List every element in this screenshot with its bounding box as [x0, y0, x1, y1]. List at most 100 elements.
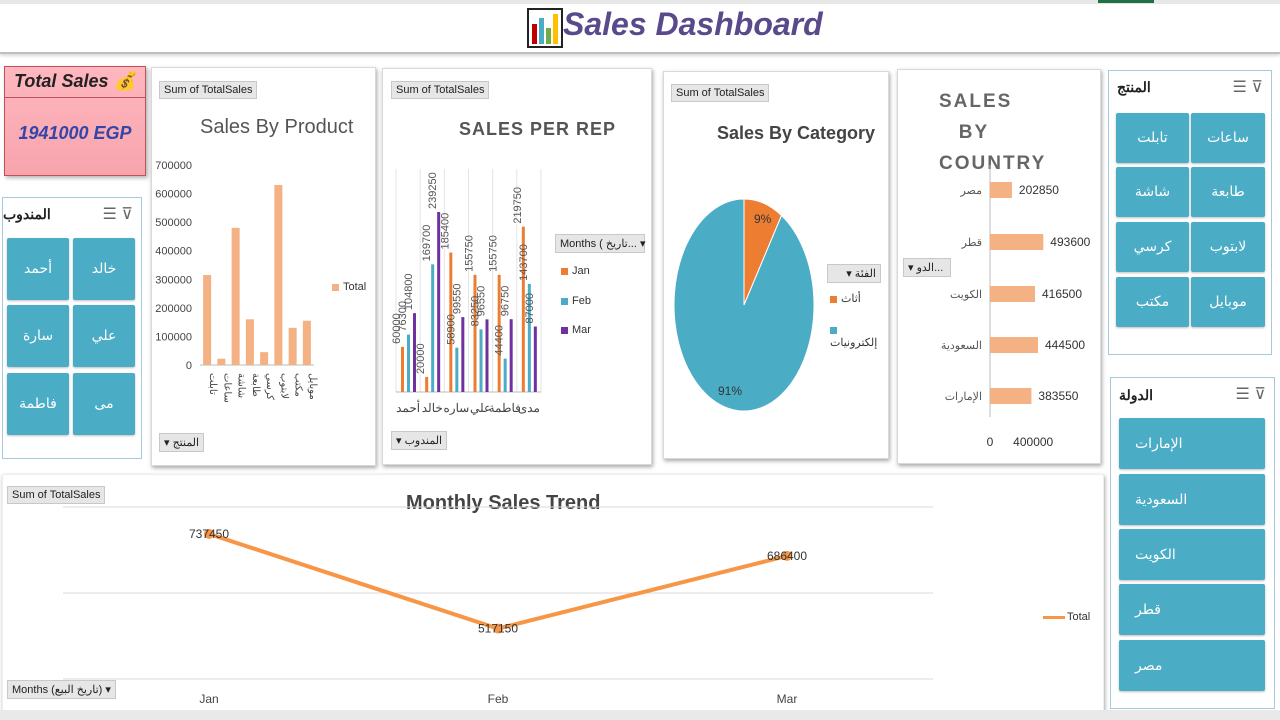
data-label: 20000: [415, 343, 427, 374]
sales-by-product-chart[interactable]: Sum of TotalSales Sales By Product 0 1000…: [151, 67, 376, 466]
data-label: 444500: [1045, 338, 1085, 352]
x-tick-label: 0: [987, 435, 994, 449]
x-tick-label: مدى: [518, 401, 540, 415]
product-slicer-item[interactable]: طابعة: [1191, 167, 1265, 217]
slicer-toolbar: ☰ ⊽: [102, 204, 133, 224]
rep-bar: [425, 376, 429, 392]
trend-legend: Total: [1043, 611, 1090, 623]
legend-swatch: [830, 326, 837, 334]
x-tick-label: طابعة: [250, 373, 261, 397]
data-label: 9%: [754, 212, 772, 226]
multi-select-icon[interactable]: ☰: [1232, 79, 1246, 96]
product-slicer-item[interactable]: لابتوب: [1191, 222, 1265, 272]
data-label: 155750: [464, 235, 476, 272]
legend-item-electronics: إلكترونيات: [830, 324, 888, 349]
sales-by-country-chart[interactable]: SALES BY COUNTRY 202850 مصر 493600 قطر 41650…: [897, 69, 1101, 464]
data-label: 686400: [767, 549, 807, 563]
y-tick-label: 600000: [155, 189, 192, 201]
rep-slicer[interactable]: المندوب ☰ ⊽ خالد أحمد علي سارة مى فاطمة: [2, 197, 142, 459]
rep-slicer-item[interactable]: فاطمة: [7, 373, 69, 435]
clear-filter-icon[interactable]: ⊽: [121, 206, 133, 223]
country-slicer[interactable]: الدولة ☰ ⊽ الإمارات السعودية الكويت قطر …: [1110, 377, 1275, 709]
monthly-sales-trend-chart[interactable]: Sum of TotalSales Monthly Sales Trend 73…: [2, 474, 1104, 712]
product-slicer-item[interactable]: موبايل: [1191, 277, 1265, 327]
product-slicer-item[interactable]: تابلت: [1116, 113, 1189, 163]
multi-select-icon[interactable]: ☰: [102, 206, 116, 223]
sheet-tab-strip: [0, 710, 1280, 720]
y-tick-label: مصر: [959, 185, 982, 197]
sales-by-category-chart[interactable]: Sum of TotalSales Sales By Category 9% 91…: [663, 71, 889, 459]
clear-filter-icon[interactable]: ⊽: [1254, 386, 1266, 403]
country-slicer-item[interactable]: قطر: [1119, 584, 1265, 635]
legend-swatch: [830, 295, 837, 303]
clear-filter-icon[interactable]: ⊽: [1251, 79, 1263, 96]
rep-slicer-item[interactable]: علي: [73, 305, 135, 367]
rep-bar: [509, 319, 513, 392]
legend-item-mar: Mar: [561, 324, 591, 336]
data-label: 416500: [1042, 287, 1082, 301]
sales-per-rep-chart[interactable]: Sum of TotalSales SALES PER REP 60000 763…: [382, 68, 652, 465]
data-label: 202850: [1019, 183, 1059, 197]
legend-label: إلكترونيات: [830, 337, 878, 349]
months-axis-button[interactable]: Months (تاريخ البيع) ▾: [7, 680, 116, 699]
data-label: 517150: [478, 622, 518, 636]
dashboard-title: Sales Dashboard: [563, 6, 823, 42]
y-tick-label: الإمارات: [945, 391, 982, 403]
x-tick-label: موبايل: [307, 373, 318, 400]
product-filter-button[interactable]: ▾ المنتج: [159, 433, 205, 452]
product-bar: [245, 319, 254, 365]
months-legend-button[interactable]: Months ( تاريخ... ▾: [555, 234, 646, 253]
legend-label: أثاث: [841, 293, 861, 305]
kpi-divider: [5, 97, 145, 98]
product-bar-plot: 0 100000 200000 300000 400000 500000 600000 700…: [155, 160, 318, 403]
category-legend-button[interactable]: الفئة ▾: [827, 264, 881, 283]
data-label: 96550: [476, 286, 488, 317]
legend-label: Total: [343, 281, 367, 293]
x-tick-label: أحمد: [396, 400, 420, 415]
rep-slicer-item[interactable]: سارة: [7, 305, 69, 367]
total-sales-card[interactable]: Total Sales 💰 1941000 EGP: [4, 66, 146, 176]
x-tick-label: شاشة: [236, 373, 247, 398]
product-slicer-item[interactable]: شاشة: [1116, 167, 1189, 217]
rep-filter-button[interactable]: ▾ المندوب: [391, 431, 448, 450]
country-slicer-item[interactable]: مصر: [1119, 640, 1265, 691]
bar-chart-logo-icon: [527, 8, 563, 48]
rep-slicer-item[interactable]: مى: [73, 373, 135, 435]
x-tick-label: مكتب: [293, 373, 304, 397]
country-filter-button[interactable]: ▾ الدو...: [903, 258, 951, 277]
data-label: 737450: [189, 527, 229, 541]
data-label: 143700: [518, 244, 530, 281]
x-tick-label: تابلت: [207, 373, 218, 395]
data-label: 239250: [427, 172, 439, 209]
data-label: 185400: [439, 213, 451, 250]
selected-cell-indicator: [1098, 0, 1154, 3]
country-slicer-item[interactable]: السعودية: [1119, 474, 1265, 525]
x-tick-label: ساعات: [221, 373, 232, 403]
x-tick-label: Feb: [488, 692, 509, 706]
legend-label: Feb: [572, 295, 591, 307]
legend-button-label: Months ( تاريخ...: [560, 238, 637, 250]
legend-label: Mar: [572, 324, 591, 336]
product-slicer-item[interactable]: مكتب: [1116, 277, 1189, 327]
x-tick-label: 400000: [1013, 435, 1053, 449]
rep-slicer-item[interactable]: أحمد: [7, 238, 69, 300]
country-slicer-item[interactable]: الكويت: [1119, 529, 1265, 580]
filter-label: المندوب: [404, 435, 443, 447]
country-bar: [990, 337, 1039, 353]
x-tick-label: ساره: [444, 401, 470, 415]
data-label: 44400: [494, 325, 506, 356]
x-tick-label: كرسي: [264, 373, 275, 400]
rep-slicer-item[interactable]: خالد: [73, 238, 135, 300]
x-tick-label: لابتوب: [278, 373, 289, 399]
product-slicer[interactable]: المنتج ☰ ⊽ ساعات تابلت طابعة شاشة لابتوب…: [1108, 70, 1272, 355]
product-slicer-item[interactable]: كرسي: [1116, 222, 1189, 272]
data-label: 99550: [451, 284, 463, 315]
y-tick-label: 200000: [155, 303, 192, 315]
country-slicer-item[interactable]: الإمارات: [1119, 418, 1265, 469]
multi-select-icon[interactable]: ☰: [1235, 386, 1249, 403]
legend-line-swatch: [1043, 615, 1065, 619]
country-bar: [990, 182, 1012, 198]
data-label: 219750: [512, 187, 524, 224]
product-slicer-item[interactable]: ساعات: [1191, 113, 1265, 163]
total-sales-title: Total Sales 💰: [14, 71, 136, 91]
